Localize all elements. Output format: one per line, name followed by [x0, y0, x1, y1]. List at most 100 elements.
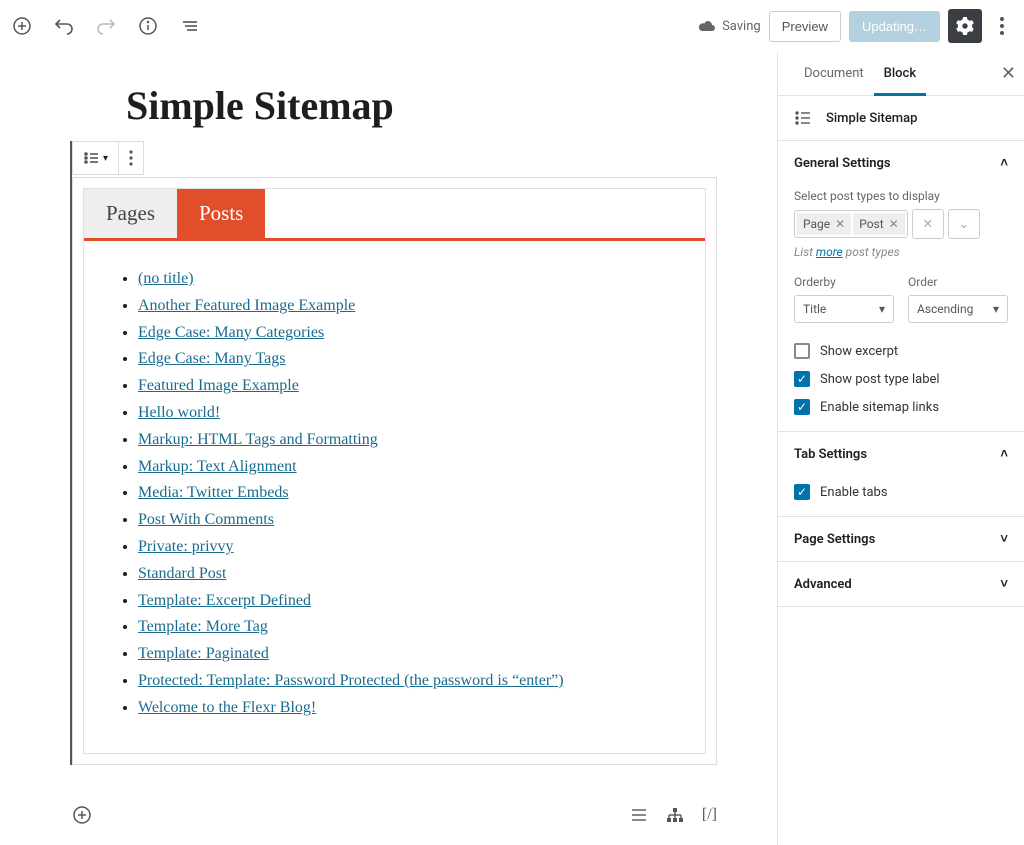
kebab-icon [129, 150, 133, 166]
enable-tabs-label: Enable tabs [820, 485, 888, 500]
more-link[interactable]: more [816, 245, 843, 259]
sitemap-link[interactable]: Protected: Template: Password Protected … [138, 672, 564, 689]
panel-title: General Settings [794, 156, 891, 171]
post-type-chip: Page✕ [797, 213, 851, 235]
list-item: Edge Case: Many Categories [138, 321, 685, 346]
list-item: Template: Excerpt Defined [138, 589, 685, 614]
chevron-down-icon: ▾ [103, 153, 108, 164]
sitemap-link[interactable]: Media: Twitter Embeds [138, 484, 289, 501]
list-item: Featured Image Example [138, 374, 685, 399]
undo-button[interactable] [52, 14, 76, 38]
sitemap-link[interactable]: Private: privvy [138, 538, 234, 555]
enable-tabs-checkbox[interactable]: ✓ [794, 484, 810, 500]
list-item: Hello world! [138, 401, 685, 426]
gear-icon [956, 17, 974, 35]
sitemap-tab-posts[interactable]: Posts [177, 189, 265, 238]
tab-document[interactable]: Document [794, 52, 874, 96]
panel-advanced-toggle[interactable]: Advanced ˅ [778, 561, 1024, 607]
list-item: Another Featured Image Example [138, 294, 685, 319]
panel-tab-settings-toggle[interactable]: Tab Settings ˄ [778, 431, 1024, 476]
orderby-select[interactable]: Title [794, 295, 894, 323]
sitemap-link[interactable]: Another Featured Image Example [138, 297, 355, 314]
simple-sitemap-block[interactable]: Pages Posts (no title) Another Featured … [72, 177, 717, 765]
panel-general-toggle[interactable]: General Settings ˄ [778, 140, 1024, 185]
list-item: Post With Comments [138, 508, 685, 533]
chevron-up-icon: ˄ [1000, 155, 1008, 171]
update-button[interactable]: Updating… [849, 11, 940, 42]
post-types-clear-button[interactable]: ✕ [912, 209, 944, 239]
outline-icon[interactable] [630, 808, 648, 822]
more-options-button[interactable] [990, 14, 1014, 38]
add-block-bottom-button[interactable] [70, 803, 94, 827]
redo-button[interactable] [94, 14, 118, 38]
chevron-down-icon: ⌄ [958, 216, 968, 232]
chip-remove-button[interactable]: ✕ [835, 217, 845, 231]
list-item: Protected: Template: Password Protected … [138, 669, 685, 694]
sitemap-link[interactable]: Edge Case: Many Categories [138, 324, 324, 341]
list-item: Markup: Text Alignment [138, 455, 685, 480]
page-title[interactable]: Simple Sitemap [126, 82, 717, 129]
sitemap-link[interactable]: Template: Excerpt Defined [138, 592, 311, 609]
sitemap-post-list: (no title) Another Featured Image Exampl… [120, 267, 685, 721]
post-types-hint: List more post types [794, 245, 1008, 259]
list-item: Standard Post [138, 562, 685, 587]
post-types-dropdown-button[interactable]: ⌄ [948, 209, 980, 239]
list-item: Markup: HTML Tags and Formatting [138, 428, 685, 453]
sitemap-link[interactable]: Template: Paginated [138, 645, 269, 662]
editor-footer-toolbar: [/] [70, 803, 717, 827]
sitemap-link[interactable]: Standard Post [138, 565, 226, 582]
tab-block[interactable]: Block [874, 52, 926, 96]
preview-button[interactable]: Preview [769, 11, 841, 42]
panel-title: Page Settings [794, 532, 875, 547]
sitemap-link[interactable]: Edge Case: Many Tags [138, 350, 285, 367]
block-more-button[interactable] [119, 142, 143, 174]
selected-block[interactable]: ▾ Pages Posts (no title) Anot [70, 141, 717, 765]
sitemap-link[interactable]: (no title) [138, 270, 194, 287]
block-toolbar: ▾ [72, 141, 144, 175]
settings-sidebar: Document Block ✕ Simple Sitemap General … [777, 52, 1024, 845]
show-post-type-label-checkbox[interactable]: ✓ [794, 371, 810, 387]
list-item: Welcome to the Flexr Blog! [138, 696, 685, 721]
saving-indicator: Saving [698, 19, 761, 34]
add-block-button[interactable] [10, 14, 34, 38]
sitemap-link[interactable]: Hello world! [138, 404, 220, 421]
post-type-chip: Post✕ [853, 213, 905, 235]
chip-remove-button[interactable]: ✕ [889, 217, 899, 231]
show-post-type-label-label: Show post type label [820, 372, 940, 387]
list-icon [83, 151, 99, 165]
editor-canvas: Simple Sitemap ▾ Pages Posts [0, 52, 777, 845]
editor-top-toolbar: Saving Preview Updating… [0, 0, 1024, 52]
enable-links-label: Enable sitemap links [820, 400, 939, 415]
orderby-label: Orderby [794, 275, 894, 289]
sitemap-link[interactable]: Post With Comments [138, 511, 274, 528]
show-excerpt-label: Show excerpt [820, 344, 898, 359]
sitemap-tree-icon[interactable] [666, 807, 684, 823]
block-info-header: Simple Sitemap [778, 96, 1024, 140]
close-sidebar-button[interactable]: ✕ [1001, 63, 1016, 84]
sitemap-tabs: Pages Posts [84, 189, 705, 238]
list-item: Private: privvy [138, 535, 685, 560]
settings-gear-button[interactable] [948, 9, 982, 43]
info-button[interactable] [136, 14, 160, 38]
sitemap-link[interactable]: Welcome to the Flexr Blog! [138, 699, 316, 716]
enable-links-checkbox[interactable]: ✓ [794, 399, 810, 415]
sitemap-link[interactable]: Markup: Text Alignment [138, 458, 297, 475]
list-item: Template: More Tag [138, 615, 685, 640]
block-type-switcher[interactable]: ▾ [73, 142, 119, 174]
shortcode-indicator[interactable]: [/] [702, 806, 717, 824]
saving-label: Saving [722, 19, 761, 34]
sitemap-link[interactable]: Template: More Tag [138, 618, 268, 635]
order-select[interactable]: Ascending [908, 295, 1008, 323]
block-nav-button[interactable] [178, 14, 202, 38]
panel-page-settings-toggle[interactable]: Page Settings ˅ [778, 516, 1024, 561]
list-item: Template: Paginated [138, 642, 685, 667]
post-types-label: Select post types to display [794, 189, 1008, 203]
sitemap-tab-pages[interactable]: Pages [84, 189, 177, 238]
sitemap-link[interactable]: Featured Image Example [138, 377, 299, 394]
show-excerpt-checkbox[interactable] [794, 343, 810, 359]
panel-title: Advanced [794, 577, 852, 592]
sitemap-link[interactable]: Markup: HTML Tags and Formatting [138, 431, 378, 448]
list-item: (no title) [138, 267, 685, 292]
chevron-down-icon: ˅ [1000, 531, 1008, 547]
order-label: Order [908, 275, 1008, 289]
